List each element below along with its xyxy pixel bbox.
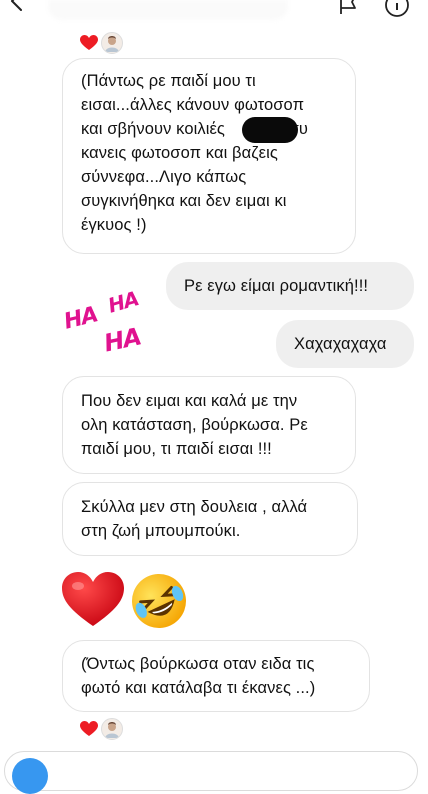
message-line: έγκυος !): [81, 216, 147, 234]
message-text: Χαχαχαχαχα: [294, 335, 387, 353]
message-reactions[interactable]: [80, 718, 123, 740]
outgoing-message[interactable]: Χαχαχαχαχα: [276, 320, 414, 368]
message-line: στη ζωή μπουμπούκι.: [81, 522, 241, 540]
sticker-word: HA: [101, 322, 144, 358]
outgoing-message[interactable]: Ρε εγω είμαι ρομαντική!!!: [166, 262, 414, 310]
message-line: Που δεν ειμαι και καλά με την: [81, 392, 298, 410]
message-composer[interactable]: [4, 751, 418, 791]
message-line: ολη κατάσταση, βούρκωσα. Ρε: [81, 416, 308, 434]
message-line: φωτό και κατάλαβα τι έκανες ...): [81, 679, 316, 697]
avatar: [101, 718, 123, 740]
redaction-mark: [242, 117, 298, 143]
haha-sticker[interactable]: HA HA HA: [60, 286, 144, 362]
heart-reaction-icon: [80, 35, 98, 50]
message-line: (Πάντως ρε παιδί μου τι: [81, 72, 256, 90]
camera-icon[interactable]: [12, 758, 48, 794]
back-arrow-icon[interactable]: [6, 0, 28, 12]
chat-header: [0, 0, 428, 22]
message-line: συγκινήθηκα και δεν ειμαι κι: [81, 192, 287, 210]
message-line: σύννεφα...Λιγο κάπως: [81, 168, 247, 186]
message-line: εισαι...άλλες κάνουν φωτοσοπ: [81, 96, 305, 114]
red-heart-emoji[interactable]: [62, 572, 124, 628]
avatar: [101, 32, 123, 54]
message-text: Ρε εγω είμαι ρομαντική!!!: [184, 277, 369, 295]
sticker-word: HA: [105, 286, 141, 318]
incoming-message[interactable]: Που δεν ειμαι και καλά με την ολη κατάστ…: [62, 376, 356, 474]
info-icon[interactable]: [384, 0, 410, 18]
message-line: κανεις φωτοσοπ και βαζεις: [81, 144, 278, 162]
message-line: (Όντως βούρκωσα οταν ειδα τις: [81, 655, 315, 673]
incoming-message[interactable]: Σκύλλα μεν στη δουλεια , αλλά στη ζωή μπ…: [62, 482, 358, 556]
contact-name-blurred[interactable]: [48, 0, 288, 20]
incoming-message[interactable]: (Όντως βούρκωσα οταν ειδα τις φωτό και κ…: [62, 640, 370, 712]
incoming-message[interactable]: (Πάντως ρε παιδί μου τι εισαι...άλλες κά…: [62, 58, 356, 254]
message-line: Σκύλλα μεν στη δουλεια , αλλά: [81, 498, 308, 516]
flag-icon[interactable]: [336, 0, 360, 16]
message-reactions[interactable]: [80, 32, 123, 54]
sticker-word: HA: [61, 302, 100, 335]
rolling-on-the-floor-laughing-emoji[interactable]: [130, 572, 188, 630]
message-line: παιδί μου, τι παιδί εισαι !!!: [81, 440, 272, 458]
heart-reaction-icon: [80, 721, 98, 736]
message-line: και σβήνουν κοιλιές , εσυ: [81, 120, 309, 138]
